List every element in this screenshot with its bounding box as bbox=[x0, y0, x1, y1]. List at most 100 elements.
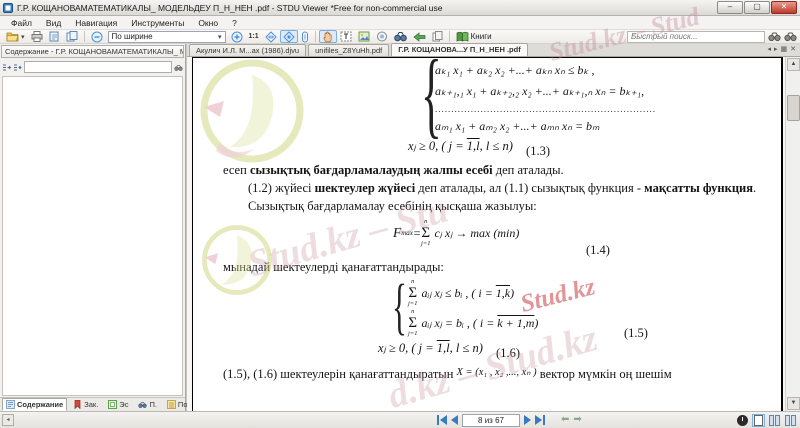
history-back-button[interactable] bbox=[410, 30, 429, 43]
open-file-button[interactable]: ▾ bbox=[3, 30, 28, 43]
text-select-icon bbox=[340, 31, 352, 42]
sum-symbol: n Σ j=1 bbox=[408, 309, 417, 337]
actual-size-label: 1:1 bbox=[249, 33, 259, 40]
copy-selection-button[interactable] bbox=[429, 30, 446, 43]
expand-tree-icon[interactable] bbox=[2, 63, 11, 72]
tab-scroll-right-icon[interactable]: ▸ bbox=[774, 45, 778, 54]
tab-close-icon[interactable]: ✕ bbox=[790, 45, 796, 54]
contents-filter-input[interactable] bbox=[24, 61, 172, 73]
continuous-view-button[interactable] bbox=[784, 414, 797, 427]
snapshot-icon bbox=[376, 31, 388, 42]
select-image-button[interactable] bbox=[355, 30, 373, 43]
contents-tree[interactable] bbox=[2, 76, 183, 396]
paragraph-general-problem: есеп сызықтық бағдарламалаудың жалпы есе… bbox=[223, 162, 757, 178]
single-page-icon bbox=[754, 415, 763, 426]
constraint-1-3: xⱼ ≥ 0, ( j = 1,l, l ≤ n) (1.3) bbox=[408, 138, 757, 159]
select-text-button[interactable] bbox=[337, 30, 355, 43]
thumbnails-icon bbox=[108, 400, 117, 409]
contents-toolbar bbox=[0, 59, 185, 75]
actual-size-button[interactable]: 1:1 bbox=[246, 30, 262, 43]
sum-symbol: n Σ j=1 bbox=[408, 279, 417, 307]
prev-page-button[interactable] bbox=[451, 415, 458, 425]
history-forward-icon[interactable]: ➡ bbox=[573, 415, 581, 425]
scroll-up-icon[interactable]: ▲ bbox=[787, 58, 800, 71]
equation-label-1-4: (1.4) bbox=[586, 242, 610, 258]
fit-page-button[interactable] bbox=[280, 30, 298, 43]
scrollbar-thumb[interactable] bbox=[787, 95, 800, 121]
next-page-button[interactable] bbox=[524, 415, 531, 425]
collapse-sidebar-button[interactable]: ◂ bbox=[2, 414, 14, 426]
collapse-tree-icon[interactable] bbox=[13, 63, 22, 72]
formula-1-4: Fmax = n Σ j=1 cⱼ xⱼ → max (min) (1.4) bbox=[393, 216, 757, 250]
pdf-page[interactable]: { aₖ₁ x₁ + aₖ₂ x₂ +...+ aₖₙ xₙ ≤ bₖ , aₖ… bbox=[192, 57, 783, 411]
highlights-icon bbox=[167, 400, 176, 409]
menu-tools[interactable]: Инструменты bbox=[124, 18, 191, 28]
print-button[interactable] bbox=[28, 30, 46, 43]
fit-height-button[interactable] bbox=[298, 30, 312, 43]
vector-x-formula: X = (x₁ , x₂ ,..., xₙ ) bbox=[457, 367, 537, 378]
menu-help[interactable]: ? bbox=[225, 18, 244, 28]
facing-pages-view-button[interactable] bbox=[768, 414, 781, 427]
close-button[interactable]: ✕ bbox=[771, 1, 797, 14]
quick-search-input[interactable] bbox=[627, 31, 765, 43]
first-page-button[interactable] bbox=[437, 415, 447, 425]
snapshot-button[interactable] bbox=[373, 30, 391, 43]
title-bar: Г.Р. КОЩАНОВАМАТЕМАТИКАЛЫ_ МОДЕЛЬДЕУ П_Н… bbox=[0, 0, 800, 16]
status-bar: ◂ 8 из 67 ⬅ ➡ bbox=[0, 411, 800, 428]
sidebar-tab-search[interactable]: П. bbox=[134, 398, 160, 411]
sidebar-tab-contents[interactable]: Содержание bbox=[2, 398, 67, 411]
search-prev-icon[interactable] bbox=[784, 31, 797, 42]
minimize-button[interactable]: – bbox=[717, 1, 743, 14]
open-dropdown-caret-icon[interactable]: ▾ bbox=[21, 33, 25, 41]
green-back-arrow-icon bbox=[413, 32, 426, 42]
menu-navigation[interactable]: Навигация bbox=[68, 18, 124, 28]
hand-tool-button[interactable] bbox=[319, 30, 337, 43]
doc-tab-unifiles[interactable]: unifiles_Z8YuHh.pdf bbox=[308, 44, 389, 56]
doc-tab-akulich[interactable]: Акулич И.Л. М...ах (1986).djvu bbox=[189, 44, 306, 56]
menu-window[interactable]: Окно bbox=[191, 18, 225, 28]
main-toolbar: ▾ По ширине ▾ 1: bbox=[0, 30, 800, 44]
brace-left-2: { bbox=[392, 276, 407, 338]
fit-page-icon bbox=[283, 31, 295, 43]
vertical-scrollbar[interactable]: ▲ ▼ bbox=[785, 57, 800, 411]
zoom-out-button[interactable] bbox=[88, 30, 106, 43]
last-page-button[interactable] bbox=[535, 415, 545, 425]
zoom-in-button[interactable] bbox=[228, 30, 246, 43]
page-indicator[interactable]: 8 из 67 bbox=[462, 414, 520, 427]
sum-symbol: n Σ j=1 bbox=[421, 219, 430, 247]
equation-system-1-2: { aₖ₁ x₁ + aₖ₂ x₂ +...+ aₖₙ xₙ ≤ bₖ , aₖ… bbox=[435, 60, 757, 137]
sidebar-tab-thumbnails[interactable]: Эс bbox=[104, 398, 132, 411]
scroll-down-icon[interactable]: ▼ bbox=[787, 397, 800, 410]
zoom-mode-combobox[interactable]: По ширине ▾ bbox=[108, 31, 226, 43]
search-document-button[interactable] bbox=[391, 30, 410, 43]
tab-scroll-left-icon[interactable]: ◂ bbox=[767, 45, 771, 54]
sidebar-tab-bookmarks[interactable]: Зак. bbox=[69, 398, 102, 411]
copy-page-button[interactable] bbox=[63, 30, 81, 43]
maximize-button[interactable]: ▢ bbox=[744, 1, 770, 14]
books-button[interactable]: Книги bbox=[453, 30, 495, 43]
paragraph-satisfies: мынадай шектеулерді қанағаттандырады: bbox=[223, 259, 757, 275]
equation-label-1-5: (1.5) bbox=[624, 325, 648, 341]
single-page-view-button[interactable] bbox=[752, 414, 765, 427]
fit-width-button[interactable] bbox=[262, 30, 280, 43]
facing-pages-icon bbox=[769, 415, 780, 426]
contents-search-icon[interactable] bbox=[174, 63, 183, 72]
export-page-button[interactable] bbox=[46, 30, 63, 43]
books-label: Книги bbox=[471, 32, 492, 41]
doc-tab-koschanova[interactable]: Г.Р. КОЩАНОВА...У П_Н_НЕН .pdf bbox=[391, 43, 527, 56]
history-back-icon[interactable]: ⬅ bbox=[561, 415, 569, 425]
menu-file[interactable]: Файл bbox=[4, 18, 39, 28]
clipboard-copy-icon bbox=[432, 31, 443, 42]
tab-list-icon[interactable]: ▦ bbox=[781, 45, 788, 54]
reading-timer-button[interactable] bbox=[736, 414, 749, 427]
menu-view[interactable]: Вид bbox=[39, 18, 68, 28]
equation-system-1-5: { n Σ j=1 aᵢⱼ xⱼ ≤ bᵢ , ( i = 1,k) n Σ j… bbox=[408, 278, 757, 338]
equation-label-1-3: (1.3) bbox=[526, 144, 550, 158]
document-tab-bar: Акулич И.Л. М...ах (1986).djvu unifiles_… bbox=[187, 44, 800, 57]
hand-icon bbox=[322, 31, 334, 43]
book-icon bbox=[456, 31, 469, 42]
contents-panel-header: Содержание - Г.Р. КОЩАНОВАМАТЕМАТИКАЛЫ_ … bbox=[1, 45, 184, 58]
folder-open-icon bbox=[6, 31, 20, 42]
paragraph-constraint-system: (1.2) жүйесі шектеулер жүйесі деп аталад… bbox=[223, 180, 757, 196]
search-next-icon[interactable] bbox=[768, 31, 781, 42]
